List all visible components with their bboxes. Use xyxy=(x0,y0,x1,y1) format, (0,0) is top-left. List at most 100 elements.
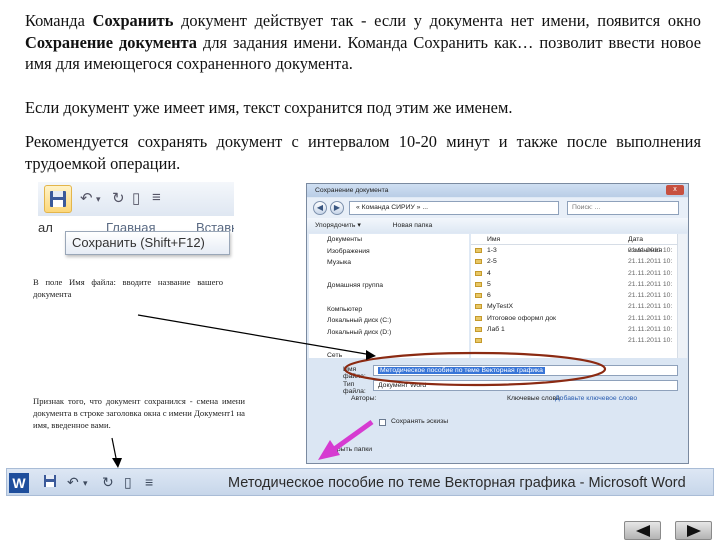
word-title-bar: W ↶ ▾ ↻ ▯ ≡ Методическое пособие по теме… xyxy=(6,468,714,496)
ribbon-side-text: ал xyxy=(38,220,53,235)
right-arrow-icon xyxy=(687,525,701,537)
nav-item-pictures[interactable]: Изображения xyxy=(309,246,469,258)
file-row[interactable]: 1-3 21.11.2011 10: xyxy=(471,245,677,256)
navigation-pane: Документы Изображения Музыка Домашняя гр… xyxy=(309,234,469,359)
file-row[interactable]: 5 21.11.2011 10: xyxy=(471,279,677,290)
save-dialog-term: Сохранение документа xyxy=(25,32,198,52)
left-arrow-icon xyxy=(636,525,650,537)
new-document-icon[interactable]: ▯ xyxy=(132,189,140,207)
word-logo-icon[interactable]: W xyxy=(9,473,29,493)
floppy-disk-icon xyxy=(50,191,66,207)
save-command-term: Сохранить xyxy=(92,11,174,30)
file-name: Итоговое оформл док xyxy=(487,314,556,322)
recommendation-paragraph: Рекомендуется сохранять документ с интер… xyxy=(25,132,701,173)
file-name-label: Имя файла: xyxy=(343,366,366,380)
p1-text-c: документ действует так - если у документ… xyxy=(173,11,701,30)
customize-toolbar-icon[interactable]: ≡ xyxy=(152,189,161,206)
file-row[interactable]: Итоговое оформл док 21.11.2011 10: xyxy=(471,313,677,324)
next-slide-button[interactable] xyxy=(675,521,712,540)
file-date: 21.11.2011 10: xyxy=(628,314,673,322)
organize-button[interactable]: Упорядочить ▾ xyxy=(315,222,361,229)
file-name-field[interactable]: Методическое пособие по теме Векторная г… xyxy=(373,365,678,376)
undo-icon[interactable]: ↶ xyxy=(67,474,79,491)
file-row[interactable]: MyTestX 21.11.2011 10: xyxy=(471,301,677,312)
arrowhead-icon xyxy=(112,458,122,468)
file-name: Лаб 1 xyxy=(487,326,505,334)
save-thumbnail-checkbox[interactable] xyxy=(379,419,386,426)
nav-item-documents[interactable]: Документы xyxy=(309,234,469,246)
file-list: Имя Дата изменения 1-3 21.11.2011 10: 2-5… xyxy=(471,234,677,358)
file-row[interactable]: 4 21.11.2011 10: xyxy=(471,268,677,279)
column-name[interactable]: Имя xyxy=(487,234,500,245)
close-button[interactable]: x xyxy=(666,185,684,195)
file-date: 21.11.2011 10: xyxy=(628,303,673,311)
save-icon[interactable] xyxy=(43,474,57,491)
save-button[interactable] xyxy=(44,185,72,213)
folder-icon xyxy=(475,293,482,299)
file-name-note: В поле Имя файла: вводите название вашег… xyxy=(33,277,223,299)
nav-item-music[interactable]: Музыка xyxy=(309,257,469,269)
file-name-value: Методическое пособие по теме Векторная г… xyxy=(378,367,545,374)
folder-icon xyxy=(475,270,482,276)
p1-text-a: Команда xyxy=(25,11,93,30)
folder-icon xyxy=(475,304,482,310)
folder-icon xyxy=(475,338,482,344)
saved-indicator-note: Признак того, что документ сохранился - … xyxy=(33,396,245,430)
hide-folders-button[interactable]: Скрыть папки xyxy=(329,446,372,453)
file-name: 4 xyxy=(487,269,491,277)
folder-icon xyxy=(475,281,482,287)
undo-dropdown-icon[interactable]: ▾ xyxy=(96,194,101,205)
redo-icon[interactable]: ↻ xyxy=(102,474,114,491)
file-date: 21.11.2011 10: xyxy=(628,280,673,288)
file-type-label: Тип файла: xyxy=(343,381,366,395)
authors-label: Авторы: xyxy=(351,395,377,402)
file-name: MyTestX xyxy=(487,303,514,311)
file-name: 6 xyxy=(487,292,491,300)
file-list-header: Имя Дата изменения xyxy=(471,234,677,254)
file-row[interactable]: 2-5 21.11.2011 10: xyxy=(471,256,677,267)
named-document-paragraph: Если документ уже имеет имя, текст сохра… xyxy=(25,98,513,117)
file-row[interactable]: 21.11.2011 10: xyxy=(471,335,677,346)
nav-item-homegroup[interactable]: Домашняя группа xyxy=(309,280,469,292)
file-name: 2-5 xyxy=(487,258,497,266)
file-list-scrollbar[interactable] xyxy=(677,234,687,358)
nav-item-disk-c[interactable]: Локальный диск (C:) xyxy=(309,315,469,327)
back-arrow-icon[interactable]: ◀ xyxy=(313,201,327,215)
file-name: 1-3 xyxy=(487,247,497,254)
command-bar: Упорядочить ▾ Новая папка xyxy=(307,218,688,233)
file-type-select[interactable]: Документ Word xyxy=(373,380,678,391)
customize-toolbar-icon[interactable]: ≡ xyxy=(145,474,153,490)
window-title: Методическое пособие по теме Векторная г… xyxy=(228,475,686,491)
title-pointer-arrow xyxy=(111,437,118,464)
new-folder-button[interactable]: Новая папка xyxy=(393,222,433,229)
nav-item-disk-d[interactable]: Локальный диск (D:) xyxy=(309,327,469,339)
address-bar[interactable]: « Команда СИРИУ » ... xyxy=(349,201,559,215)
folder-icon xyxy=(475,315,482,321)
file-date: 21.11.2011 10: xyxy=(628,292,673,300)
file-date: 21.11.2011 10: xyxy=(628,326,673,334)
intro-paragraph: Команда Сохранить документ действует так… xyxy=(25,10,701,75)
file-date: 21.11.2011 10: xyxy=(628,269,673,277)
quick-access-toolbar-screenshot: ↶ ▾ ↻ ▯ ≡ ал Главная Вставка Сохранить (… xyxy=(38,182,234,264)
folder-icon xyxy=(475,259,482,265)
previous-slide-button[interactable] xyxy=(624,521,661,540)
undo-dropdown-icon[interactable]: ▾ xyxy=(83,478,88,489)
tags-label: Ключевые слова: xyxy=(507,395,562,402)
file-row[interactable]: Лаб 1 21.11.2011 10: xyxy=(471,324,677,335)
file-row[interactable]: 6 21.11.2011 10: xyxy=(471,290,677,301)
new-document-icon[interactable]: ▯ xyxy=(124,474,132,491)
search-input[interactable]: Поиск: ... xyxy=(567,201,679,215)
redo-icon[interactable]: ↻ xyxy=(112,189,125,207)
undo-icon[interactable]: ↶ xyxy=(80,189,93,207)
save-tooltip: Сохранить (Shift+F12) xyxy=(65,231,230,255)
save-as-dialog: Сохранение документа x ◀ ▶ « Команда СИР… xyxy=(306,183,689,464)
file-date: 21.11.2011 10: xyxy=(628,337,673,345)
address-row: ◀ ▶ « Команда СИРИУ » ... Поиск: ... xyxy=(307,198,688,218)
forward-arrow-icon[interactable]: ▶ xyxy=(330,201,344,215)
tags-field[interactable]: Добавьте ключевое слово xyxy=(555,395,637,402)
nav-item-computer[interactable]: Компьютер xyxy=(309,304,469,316)
folder-icon xyxy=(475,248,482,253)
